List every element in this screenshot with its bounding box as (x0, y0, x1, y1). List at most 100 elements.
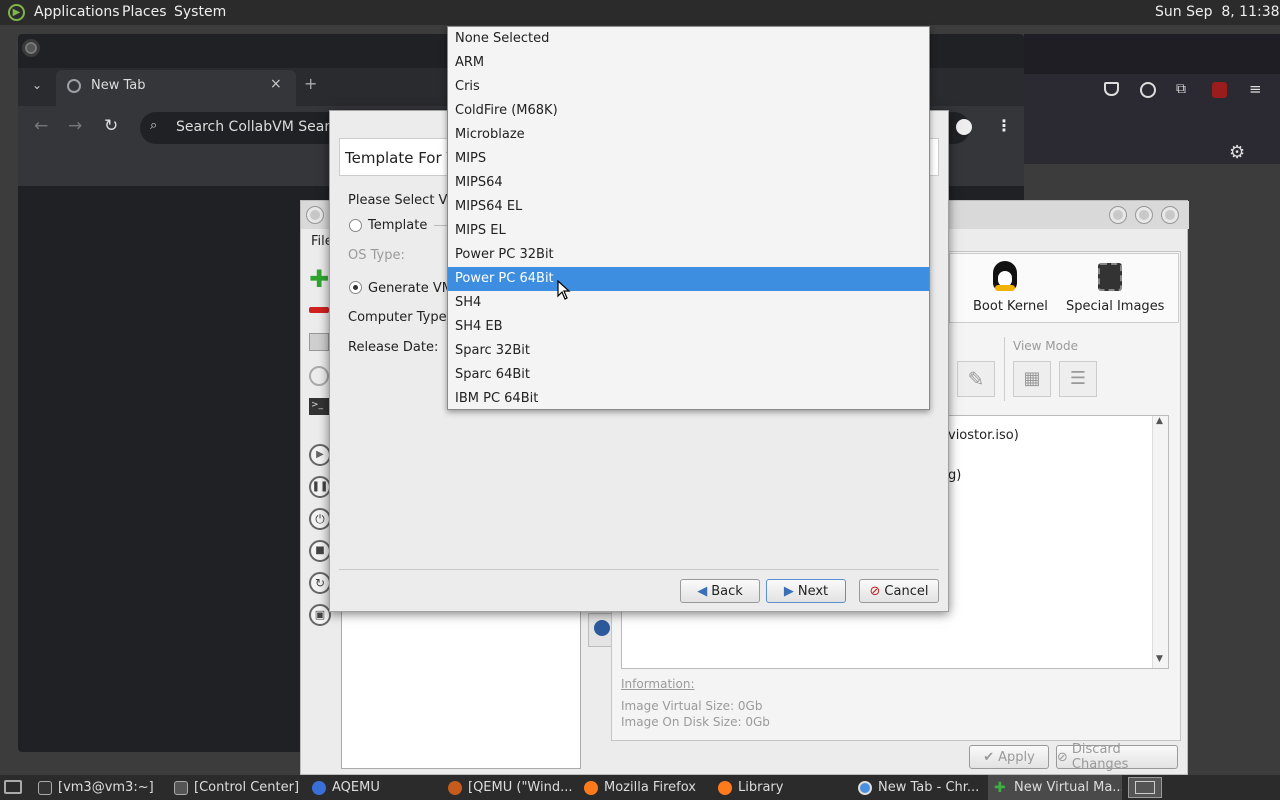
new-tab-plus-icon[interactable]: + (304, 74, 317, 93)
firefox-library-icon (718, 780, 732, 795)
stop-icon[interactable]: ■ (309, 540, 331, 562)
option-ibm-pc-64bit[interactable]: IBM PC 64Bit (448, 387, 929, 411)
terminal-icon[interactable]: >_ (309, 398, 329, 415)
option-mips64[interactable]: MIPS64 (448, 171, 929, 195)
task-terminal[interactable]: [vm3@vm3:~] (32, 775, 164, 800)
option-coldfire[interactable]: ColdFire (M68K) (448, 99, 929, 123)
option-mips64-el[interactable]: MIPS64 EL (448, 195, 929, 219)
boot-kernel-button[interactable]: Boot Kernel (961, 257, 1051, 319)
view-icons-grid-icon[interactable]: ▦ (1013, 361, 1051, 397)
pocket-icon[interactable] (1104, 82, 1119, 96)
option-arm[interactable]: ARM (448, 51, 929, 75)
vm-settings-icon[interactable] (309, 333, 329, 351)
tab-close-icon[interactable]: × (270, 76, 282, 92)
play-icon[interactable]: ▶ (309, 444, 331, 466)
option-power-pc-32bit[interactable]: Power PC 32Bit (448, 243, 929, 267)
computer-type-dropdown-list[interactable]: None Selected ARM Cris ColdFire (M68K) M… (447, 26, 930, 410)
vm-list-panel[interactable] (341, 611, 581, 769)
save-state-icon[interactable]: ▣ (309, 604, 331, 626)
settings-gear-icon[interactable]: ⚙ (1229, 142, 1245, 163)
option-power-pc-64bit[interactable]: Power PC 64Bit (448, 267, 929, 291)
option-sh4-eb[interactable]: SH4 EB (448, 315, 929, 339)
wizard-separator (339, 569, 939, 570)
workspace-switcher[interactable] (1128, 777, 1162, 798)
wizard-title: Template For V (345, 149, 457, 167)
option-mips[interactable]: MIPS (448, 147, 929, 171)
menu-places[interactable]: Places (122, 4, 167, 20)
aqemu-maximize-button[interactable] (1135, 206, 1153, 224)
qemu-task-icon (448, 780, 462, 795)
menu-applications[interactable]: Applications (34, 4, 120, 20)
scroll-up-icon[interactable]: ▲ (1156, 416, 1163, 426)
aqemu-close-button[interactable] (1161, 206, 1179, 224)
show-desktop-icon[interactable] (4, 780, 22, 794)
edit-pencil-icon[interactable]: ✎ (957, 361, 995, 397)
pause-icon[interactable]: ❚❚ (309, 476, 331, 498)
apply-button[interactable]: ✔ Apply (969, 745, 1049, 769)
generate-vm-radio-label[interactable]: Generate VM (368, 281, 453, 296)
power-icon[interactable]: ⏻ (309, 508, 331, 530)
reset-icon[interactable]: ↻ (309, 572, 331, 594)
task-library[interactable]: Library (712, 775, 848, 800)
tab-new-tab[interactable]: New Tab × (56, 70, 296, 106)
discard-changes-button[interactable]: ⊘ Discard Changes (1056, 742, 1178, 772)
device-list-line2: g) (948, 468, 962, 483)
option-sh4[interactable]: SH4 (448, 291, 929, 315)
cancel-label: Cancel (884, 583, 929, 599)
special-images-button[interactable]: Special Images (1061, 257, 1171, 319)
option-sparc-32bit[interactable]: Sparc 32Bit (448, 339, 929, 363)
aqemu-window-menu-button[interactable] (306, 206, 324, 224)
separator-vertical (1004, 337, 1005, 401)
template-radio-label[interactable]: Template (368, 218, 427, 233)
next-button[interactable]: ▶ Next (766, 579, 846, 603)
generate-vm-radio[interactable] (349, 281, 362, 294)
back-arrow-icon: ◀ (697, 583, 708, 599)
window-menu-button[interactable] (22, 39, 40, 57)
remove-vm-icon[interactable] (309, 307, 329, 313)
template-radio[interactable] (349, 219, 362, 232)
back-arrow-icon[interactable]: ← (34, 116, 48, 136)
clock-icon[interactable] (309, 366, 329, 386)
cancel-button[interactable]: ⊘ Cancel (859, 579, 939, 603)
next-label: Next (797, 583, 829, 599)
task-label: AQEMU (332, 780, 380, 795)
task-control-center[interactable]: [Control Center] (168, 775, 304, 800)
reload-icon[interactable]: ↻ (104, 116, 118, 136)
task-chrome[interactable]: New Tab - Chr... (852, 775, 986, 800)
option-cris[interactable]: Cris (448, 75, 929, 99)
extensions-icon[interactable]: ⧉ (1176, 81, 1186, 97)
view-list-icon[interactable]: ☰ (1059, 361, 1097, 397)
account-icon[interactable] (1140, 82, 1156, 98)
more-menu-icon[interactable]: ⋮ (996, 116, 1012, 135)
tab-list-chevron-icon[interactable]: ⌄ (32, 78, 42, 92)
profile-icon[interactable] (956, 119, 972, 135)
hamburger-menu-icon[interactable]: ≡ (1249, 80, 1262, 98)
globe-icon (67, 79, 81, 93)
back-button[interactable]: ◀ Back (680, 579, 760, 603)
boot-kernel-label: Boot Kernel (973, 299, 1048, 314)
task-qemu[interactable]: [QEMU ("Wind... (442, 775, 576, 800)
forward-arrow-icon[interactable]: → (68, 116, 82, 136)
option-mips-el[interactable]: MIPS EL (448, 219, 929, 243)
option-sparc-64bit[interactable]: Sparc 64Bit (448, 363, 929, 387)
terminal-task-icon (38, 780, 52, 795)
clock[interactable]: Sun Sep 8, 11:38 AM (1155, 4, 1280, 20)
option-none-selected[interactable]: None Selected (448, 27, 929, 51)
view-mode-label: View Mode (1013, 339, 1078, 353)
aqemu-minimize-button[interactable] (1109, 206, 1127, 224)
task-aqemu[interactable]: AQEMU (306, 775, 438, 800)
ublock-icon[interactable] (1212, 82, 1227, 98)
add-vm-icon[interactable]: ✚ (309, 267, 329, 291)
computer-type-label: Computer Type: (348, 310, 451, 325)
task-new-virtual-machine[interactable]: ✚ New Virtual Ma... (988, 775, 1122, 800)
image-virtual-size: Image Virtual Size: 0Gb (621, 699, 763, 713)
apps-logo-icon[interactable]: ▶ (8, 4, 25, 21)
firefox-icon (584, 780, 598, 795)
menu-system[interactable]: System (174, 4, 226, 20)
scrollbar[interactable]: ▲ ▼ (1152, 416, 1168, 668)
scroll-down-icon[interactable]: ▼ (1156, 654, 1163, 664)
back-label: Back (711, 583, 743, 599)
option-microblaze[interactable]: Microblaze (448, 123, 929, 147)
task-firefox[interactable]: Mozilla Firefox (578, 775, 708, 800)
chrome-icon (858, 780, 872, 795)
